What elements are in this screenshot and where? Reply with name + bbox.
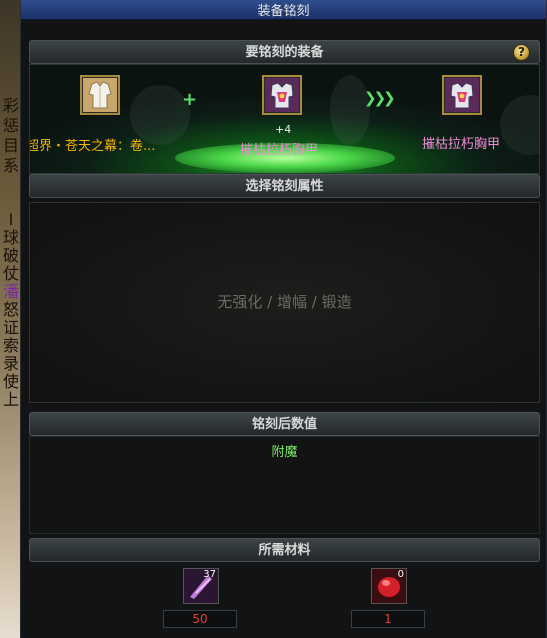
material-slot-red-gem[interactable]: 0 [371, 568, 407, 604]
bg-glyph: 使 [2, 372, 19, 391]
bg-glyph: 录 [2, 354, 19, 373]
window-title: 装备铭刻 [257, 4, 310, 19]
material-owned-count: 0 [397, 569, 404, 580]
bg-glyph: I [8, 210, 14, 229]
bg-glyph: 上 [2, 390, 19, 409]
background-game-world: 彩 惩 目 系 I 球 破 仗 潘 怒 证 索 录 使 上 [0, 0, 22, 638]
bg-glyph: 证 [2, 318, 19, 337]
bg-glyph: 惩 [2, 116, 19, 135]
result-section-header: 铭刻后数值 [29, 412, 540, 436]
bg-glyph: 目 [2, 136, 19, 155]
lab-decoration [500, 95, 539, 155]
lab-decoration [330, 75, 370, 145]
material-required-count: 1 [351, 610, 425, 628]
material-slot-crystal[interactable]: 37 [183, 568, 219, 604]
equip-section-title: 要铭刻的装备 [245, 45, 324, 60]
inscription-window: 装备铭刻 要铭刻的装备 ? 超界・苍天之幕：卷... + +4 摧枯拉朽胸甲 ❯… [20, 0, 547, 638]
bg-glyph: 破 [2, 246, 19, 265]
bg-glyph: 索 [2, 336, 19, 355]
bg-glyph: 系 [2, 156, 19, 175]
target-item-slot[interactable] [262, 75, 302, 115]
result-item-name: 摧枯拉朽胸甲 [422, 137, 501, 152]
chest-armor-icon [265, 78, 299, 112]
attr-section-title: 选择铭刻属性 [245, 179, 324, 194]
arrows-icon: ❯❯❯ [364, 89, 396, 107]
attr-section-header: 选择铭刻属性 [29, 174, 540, 198]
bg-glyph: 潘 [2, 282, 19, 301]
result-section-title: 铭刻后数值 [251, 417, 317, 432]
white-robe-icon [83, 78, 117, 112]
plus-icon: + [182, 89, 198, 110]
target-item-level: +4 [275, 123, 292, 136]
window-titlebar[interactable]: 装备铭刻 [21, 0, 546, 20]
bg-glyph: 彩 [2, 96, 19, 115]
equip-section-header: 要铭刻的装备 ? [29, 40, 540, 64]
material-required-count: 50 [163, 610, 237, 628]
equip-panel: 超界・苍天之幕：卷... + +4 摧枯拉朽胸甲 ❯❯❯ 摧枯拉朽胸甲 [29, 64, 540, 174]
target-item-name: 摧枯拉朽胸甲 [240, 143, 319, 158]
chest-armor-icon [445, 78, 479, 112]
bg-glyph: 仗 [2, 264, 19, 283]
help-icon[interactable]: ? [513, 44, 530, 61]
bg-glyph: 怒 [2, 300, 19, 319]
bg-glyph: 球 [2, 228, 19, 247]
result-value: 附魔 [271, 445, 298, 460]
result-item-slot[interactable] [442, 75, 482, 115]
result-panel: 附魔 [29, 436, 540, 534]
materials-section-title: 所需材料 [258, 543, 311, 558]
source-item-slot[interactable] [80, 75, 120, 115]
attr-placeholder: 无强化 / 增幅 / 锻造 [217, 293, 352, 311]
materials-section-header: 所需材料 [29, 538, 540, 562]
material-owned-count: 37 [203, 569, 216, 580]
source-item-name: 超界・苍天之幕：卷... [29, 139, 156, 154]
materials-panel: 37 50 0 1 [29, 562, 540, 636]
attr-selection-panel[interactable]: 无强化 / 增幅 / 锻造 [29, 202, 540, 403]
